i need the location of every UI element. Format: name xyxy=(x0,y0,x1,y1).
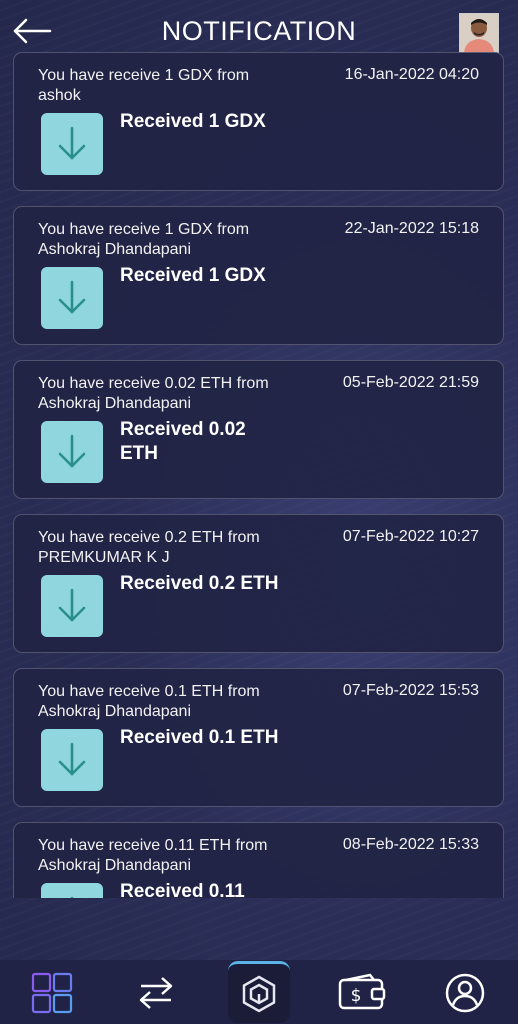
received-icon-box xyxy=(41,575,103,637)
avatar[interactable] xyxy=(459,13,499,53)
transfer-arrows-icon xyxy=(139,977,173,1009)
arrow-down-icon xyxy=(58,434,86,468)
notification-date: 22-Jan-2022 15:18 xyxy=(344,220,479,237)
notification-amount: Received 1 GDX xyxy=(120,111,266,132)
notification-message: You have receive 0.1 ETH from Ashokraj D… xyxy=(38,683,260,720)
arrow-down-icon xyxy=(70,896,74,898)
notification-amount: Received 1 GDX xyxy=(120,265,266,286)
received-icon-box xyxy=(41,421,103,483)
notification-message: You have receive 0.2 ETH from PREMKUMAR … xyxy=(38,529,260,566)
arrow-down-icon xyxy=(58,280,86,314)
received-icon-box xyxy=(41,729,103,791)
notification-date: 16-Jan-2022 04:20 xyxy=(344,66,479,83)
nav-dashboard[interactable] xyxy=(22,966,82,1020)
notification-date: 07-Feb-2022 10:27 xyxy=(342,528,479,545)
notification-card[interactable]: You have receive 0.1 ETH from Ashokraj D… xyxy=(13,668,504,807)
notification-amount: Received 0.2 ETH xyxy=(120,573,279,594)
dashboard-grid-icon xyxy=(31,972,73,1014)
notification-message: You have receive 1 GDX from Ashokraj Dha… xyxy=(38,221,250,258)
received-icon-box xyxy=(41,113,103,175)
profile-icon xyxy=(445,973,485,1013)
nav-home[interactable] xyxy=(228,961,290,1023)
nav-profile[interactable] xyxy=(435,966,495,1020)
svg-text:$: $ xyxy=(351,986,362,1006)
received-icon-box xyxy=(41,883,103,898)
notification-card[interactable]: You have receive 0.2 ETH from PREMKUMAR … xyxy=(13,514,504,653)
received-icon-box xyxy=(41,267,103,329)
notification-message: You have receive 1 GDX from ashok xyxy=(38,67,250,104)
nav-wallet[interactable]: $ xyxy=(332,966,392,1020)
notification-amount: Received 0.1 ETH xyxy=(120,727,279,748)
notification-date: 05-Feb-2022 21:59 xyxy=(342,374,479,391)
notification-card[interactable]: You have receive 1 GDX from Ashokraj Dha… xyxy=(13,206,504,345)
notification-amount: Received 0.11 ETH xyxy=(120,881,245,898)
notification-card[interactable]: You have receive 0.02 ETH from Ashokraj … xyxy=(13,360,504,499)
wallet-icon: $ xyxy=(338,973,386,1010)
notification-date: 08-Feb-2022 15:33 xyxy=(342,836,479,853)
notification-card[interactable]: You have receive 1 GDX from ashok 16-Jan-… xyxy=(13,52,504,191)
header: NOTIFICATION xyxy=(0,0,518,56)
notification-amount: Received 0.02 ETH xyxy=(120,419,246,464)
notification-card[interactable]: You have receive 0.11 ETH from Ashokraj … xyxy=(13,822,504,898)
arrow-down-icon xyxy=(58,126,86,160)
app-logo-icon xyxy=(242,975,276,1012)
avatar-image xyxy=(460,14,498,52)
notification-list[interactable]: You have receive 1 GDX from ashok 16-Jan-… xyxy=(0,52,518,898)
page-title: NOTIFICATION xyxy=(161,16,357,46)
nav-transfer[interactable] xyxy=(126,966,186,1020)
notification-date: 07-Feb-2022 15:53 xyxy=(342,682,479,699)
arrow-down-icon xyxy=(58,742,86,776)
arrow-down-icon xyxy=(58,588,86,622)
notification-message: You have receive 0.11 ETH from Ashokraj … xyxy=(38,837,268,874)
notification-message: You have receive 0.02 ETH from Ashokraj … xyxy=(38,375,269,412)
bottom-navigation: $ xyxy=(0,960,518,1024)
